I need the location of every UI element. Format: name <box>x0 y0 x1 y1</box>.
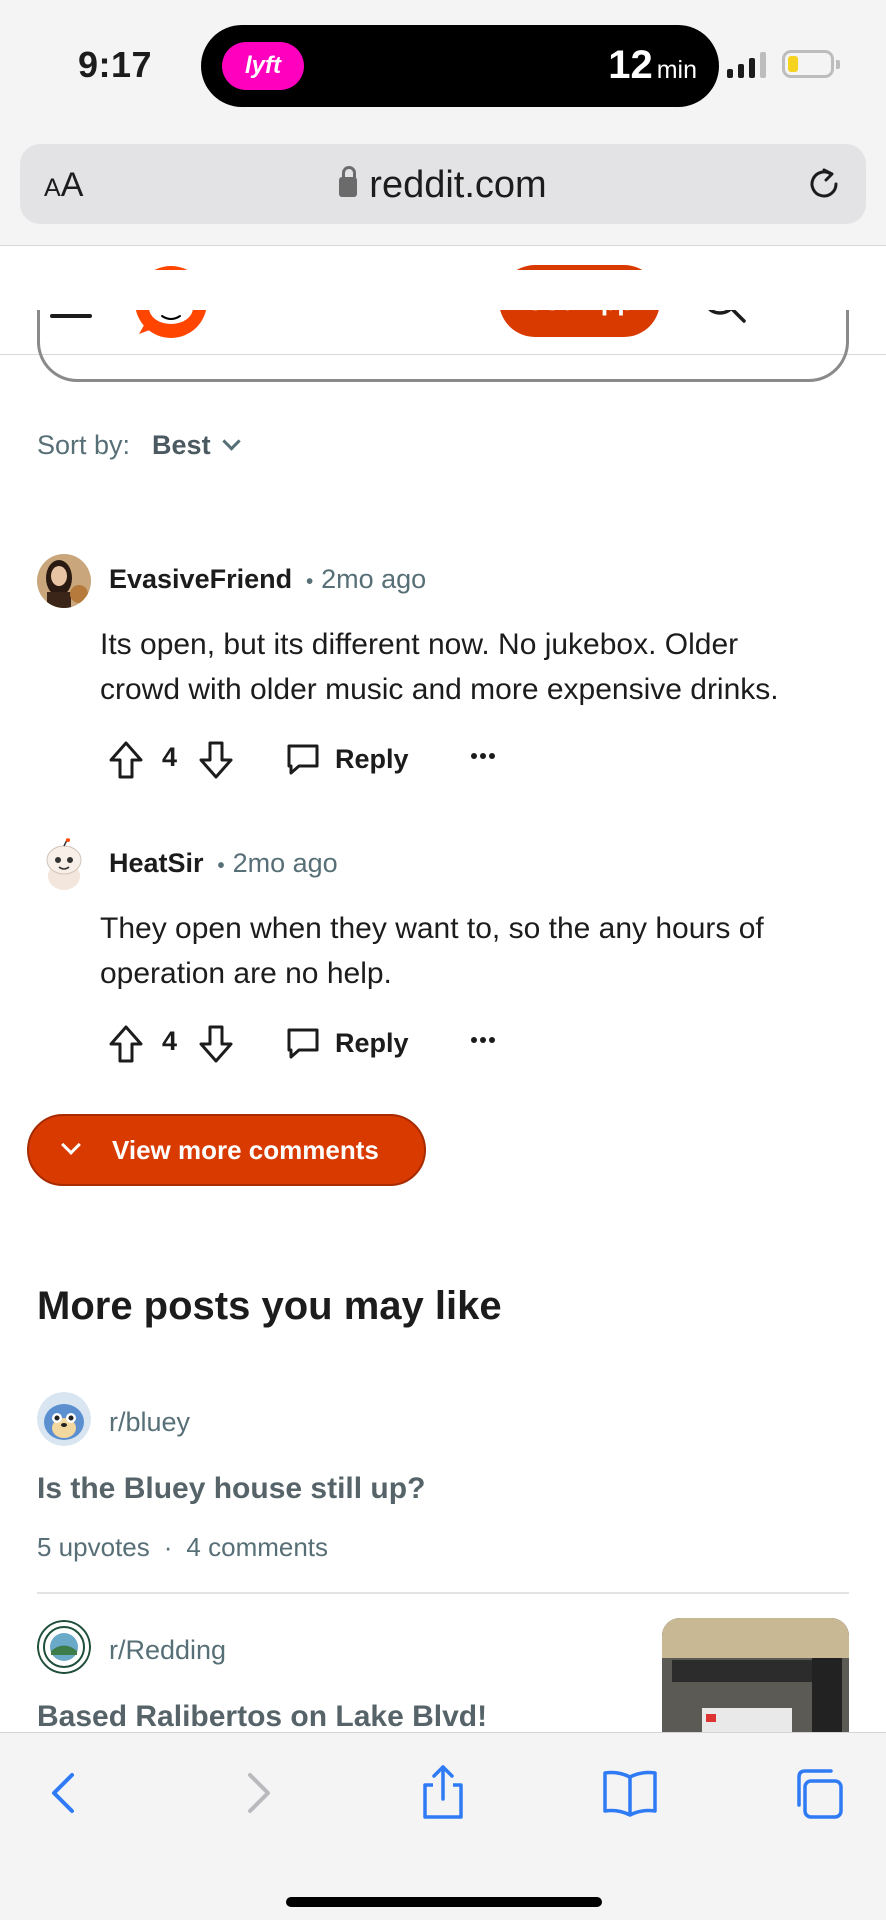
upvote-icon[interactable] <box>108 740 144 780</box>
comment-body: Its open, but its different now. No juke… <box>100 628 779 706</box>
status-bar: 9:17 lyft 12 min <box>0 0 886 130</box>
user-avatar[interactable] <box>37 838 91 892</box>
upvote-icon[interactable] <box>108 1024 144 1064</box>
post-title[interactable]: Is the Bluey house still up? <box>37 1472 425 1506</box>
comment-actions: 4 Reply <box>100 1018 540 1068</box>
user-avatar[interactable] <box>37 554 91 608</box>
cellular-signal-icon <box>727 52 766 78</box>
back-icon[interactable] <box>36 1763 96 1823</box>
chevron-down-icon <box>221 432 241 451</box>
reply-label: Reply <box>335 743 409 774</box>
subreddit-avatar[interactable] <box>37 1392 91 1446</box>
post-title[interactable]: Based Ralibertos on Lake Blvd! <box>37 1700 487 1734</box>
comment-more-icon[interactable] <box>470 1036 496 1044</box>
comment-body: They open when they want to, so the any … <box>100 912 764 990</box>
dynamic-island[interactable]: lyft 12 min <box>201 25 719 107</box>
view-more-label: View more comments <box>112 1134 379 1165</box>
subreddit-name[interactable]: r/Redding <box>109 1635 226 1666</box>
comment-username[interactable]: EvasiveFriend • 2mo ago <box>109 564 426 595</box>
comment-more-icon[interactable] <box>470 752 496 760</box>
address-bar[interactable]: AA reddit.com <box>20 144 866 224</box>
comment-bubble-icon <box>287 744 319 775</box>
chevron-down-icon <box>61 1135 81 1155</box>
comment-bubble-icon <box>287 1028 319 1059</box>
reply-label: Reply <box>335 1027 409 1058</box>
comment-time: 2mo ago <box>321 564 427 594</box>
battery-icon <box>782 50 840 78</box>
url-text: reddit.com <box>369 164 547 206</box>
share-icon[interactable] <box>413 1763 473 1823</box>
divider <box>37 1592 849 1594</box>
section-title: More posts you may like <box>37 1284 502 1328</box>
partial-comment-box[interactable] <box>37 270 849 382</box>
forward-icon[interactable] <box>226 1763 286 1823</box>
comment-count: 4 comments <box>186 1532 329 1562</box>
status-time: 9:17 <box>78 44 153 85</box>
browser-address-area: AA reddit.com <box>0 130 886 245</box>
comment-username[interactable]: HeatSir • 2mo ago <box>109 848 338 879</box>
sort-selector[interactable]: Sort by: Best <box>37 430 241 461</box>
reload-icon[interactable] <box>804 164 844 204</box>
url-display[interactable]: reddit.com <box>20 164 866 207</box>
subreddit-name[interactable]: r/bluey <box>109 1407 190 1438</box>
view-more-comments-button[interactable]: View more comments <box>27 1114 426 1186</box>
comment-actions: 4 Reply <box>100 734 540 784</box>
eta-unit: min <box>656 56 697 84</box>
eta-value: 12 <box>608 43 653 87</box>
tabs-icon[interactable] <box>789 1763 849 1823</box>
post-meta: 5 upvotes · 4 comments <box>37 1532 329 1562</box>
battery-level <box>788 56 798 72</box>
comment-time: 2mo ago <box>232 848 338 878</box>
upvote-count: 5 upvotes <box>37 1532 150 1562</box>
subreddit-avatar[interactable] <box>37 1620 91 1674</box>
ride-eta: 12 min <box>608 43 697 88</box>
reply-button[interactable]: Reply <box>285 738 409 780</box>
post-thumbnail[interactable] <box>662 1618 849 1748</box>
safari-toolbar <box>0 1732 886 1920</box>
downvote-icon[interactable] <box>198 1024 234 1064</box>
sort-label: Sort by: <box>37 430 131 460</box>
home-indicator <box>286 1897 602 1907</box>
lock-icon <box>339 166 358 197</box>
vote-count: 4 <box>162 742 178 772</box>
bookmarks-icon[interactable] <box>600 1763 660 1823</box>
vote-count: 4 <box>162 1026 178 1056</box>
downvote-icon[interactable] <box>198 740 234 780</box>
reply-button[interactable]: Reply <box>285 1022 409 1064</box>
lyft-logo: lyft <box>222 42 304 90</box>
sort-value: Best <box>152 430 211 460</box>
